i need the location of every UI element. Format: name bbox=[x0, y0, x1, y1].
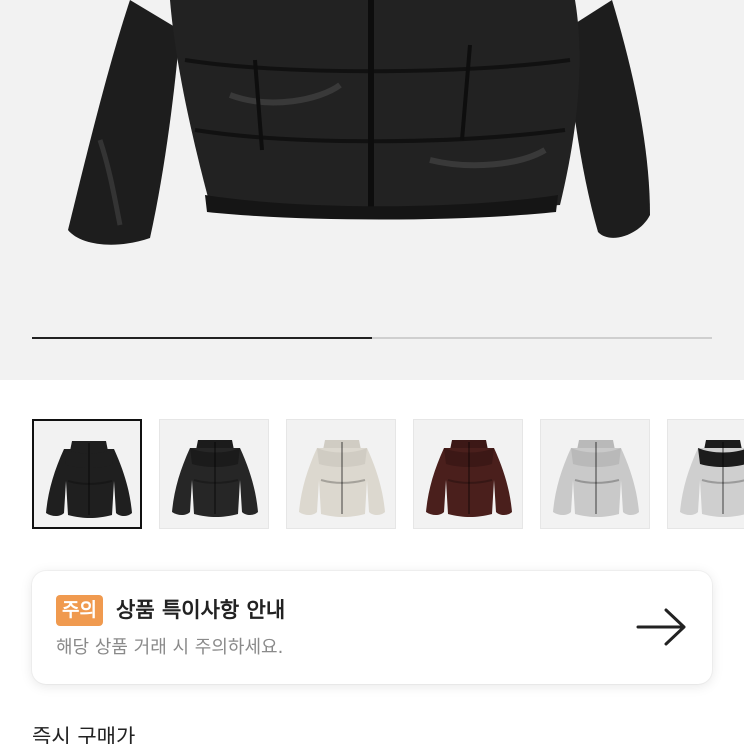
notice-subtitle: 해당 상품 거래 시 주의하세요. bbox=[56, 637, 284, 658]
arrow-right-icon[interactable] bbox=[636, 607, 688, 647]
thumbnail-silver-black[interactable] bbox=[667, 419, 744, 529]
jacket-thumbnail-image bbox=[299, 440, 385, 517]
thumbnail-black-glossy[interactable] bbox=[159, 419, 269, 529]
jacket-image bbox=[68, 0, 650, 245]
carousel-progress bbox=[32, 337, 712, 339]
jacket-thumbnail-image bbox=[680, 440, 744, 517]
thumbnail-cream[interactable] bbox=[286, 419, 396, 529]
caution-badge: 주의 bbox=[56, 595, 103, 626]
thumbnail-strip bbox=[32, 419, 744, 529]
jacket-thumbnail-image bbox=[426, 440, 512, 517]
thumbnail-burgundy[interactable] bbox=[413, 419, 523, 529]
jacket-thumbnail-image bbox=[553, 440, 639, 517]
instant-buy-price-label: 즉시 구매가 bbox=[32, 725, 136, 744]
notice-title: 상품 특이사항 안내 bbox=[116, 598, 286, 622]
jacket-thumbnail-image bbox=[172, 440, 258, 517]
notice-card[interactable]: 주의 상품 특이사항 안내 해당 상품 거래 시 주의하세요. bbox=[32, 571, 712, 684]
carousel-progress-fill bbox=[32, 337, 372, 339]
jacket-thumbnail-image bbox=[46, 441, 132, 518]
thumbnail-silver[interactable] bbox=[540, 419, 650, 529]
thumbnail-black-nuptse-main[interactable] bbox=[32, 419, 142, 529]
product-image-carousel[interactable] bbox=[0, 0, 744, 380]
